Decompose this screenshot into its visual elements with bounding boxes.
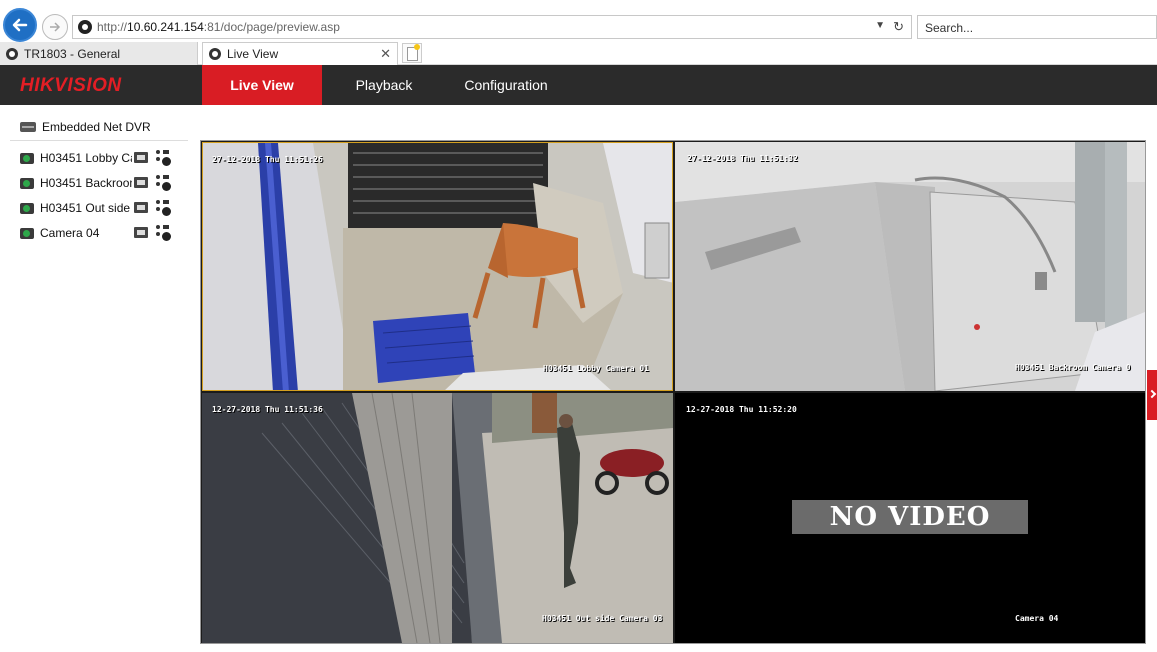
device-node[interactable]: Embedded Net DVR (20, 120, 151, 134)
arrow-left-icon (12, 18, 28, 32)
search-input[interactable]: Search... (917, 15, 1157, 39)
tab-live-view[interactable]: Live View ✕ (202, 42, 398, 65)
url-prefix: http:// (97, 20, 128, 34)
video-window-4[interactable]: 12-27-2018 Thu 11:52:20 NO VIDEO Camera … (675, 393, 1145, 643)
device-sidebar: Embedded Net DVR H03451 Lobby Camera 01 … (0, 105, 190, 652)
camera-item-1[interactable]: H03451 Lobby Camera 01 (20, 149, 180, 167)
osd-camera-name: H03451 Lobby Camera 01 (543, 364, 649, 373)
tab-general[interactable]: TR1803 - General (0, 42, 198, 65)
camera-item-4[interactable]: Camera 04 (20, 224, 180, 242)
camera-icon (20, 227, 34, 239)
ptz-icon[interactable] (155, 199, 171, 217)
close-icon[interactable]: ✕ (380, 46, 391, 62)
nav-live-view[interactable]: Live View (202, 65, 322, 105)
camera-item-2[interactable]: H03451 Backroom Camera 02 (20, 174, 180, 192)
camera-item-3[interactable]: H03451 Out side Camera 03 (20, 199, 180, 217)
tab-label: Live View (227, 47, 279, 61)
browser-tab-bar: TR1803 - General Live View ✕ (0, 42, 1157, 65)
camera-icon (20, 177, 34, 189)
site-icon (78, 20, 92, 34)
url-host: 10.60.241.154 (127, 20, 204, 34)
url-input[interactable]: http://10.60.241.154:81/doc/page/preview… (72, 15, 912, 39)
osd-camera-name: H03451 Backroom Camera 0 (1015, 363, 1131, 372)
record-icon[interactable] (134, 227, 148, 238)
camera-label: H03451 Out side Camera 03 (40, 201, 132, 215)
browser-address-bar: http://10.60.241.154:81/doc/page/preview… (0, 0, 1157, 42)
app-header: HIKVISION Live View Playback Configurati… (0, 65, 1157, 105)
camera-label: H03451 Backroom Camera 02 (40, 176, 132, 190)
dvr-icon (20, 122, 36, 132)
record-icon[interactable] (134, 177, 148, 188)
video-window-3[interactable]: 12-27-2018 Thu 11:51:36 H03451 Out side … (202, 393, 673, 643)
osd-timestamp: 12-27-2018 Thu 11:51:36 (212, 405, 323, 414)
backroom-feed-image (675, 142, 1145, 391)
forward-button[interactable] (42, 14, 68, 40)
tab-favicon-icon (209, 48, 221, 60)
osd-timestamp: 12-27-2018 Thu 11:52:20 (686, 405, 797, 414)
osd-timestamp: 27-12-2018 Thu 11:51:32 (687, 154, 798, 163)
tab-favicon-icon (6, 47, 18, 60)
osd-timestamp: 27-12-2018 Thu 11:51:26 (212, 155, 323, 164)
camera-label: Camera 04 (40, 226, 100, 240)
osd-camera-name: Camera 04 (1015, 614, 1059, 623)
record-icon[interactable] (134, 202, 148, 213)
url-path: :81/doc/page/preview.asp (203, 20, 340, 34)
dropdown-arrow-icon[interactable]: ▼ (875, 20, 885, 31)
divider (10, 140, 188, 141)
ptz-icon[interactable] (155, 149, 171, 167)
outside-feed-image (202, 393, 673, 643)
device-label: Embedded Net DVR (42, 120, 151, 134)
ptz-icon[interactable] (155, 224, 171, 242)
back-button[interactable] (3, 8, 37, 42)
nav-playback[interactable]: Playback (335, 65, 433, 105)
video-window-2[interactable]: 27-12-2018 Thu 11:51:32 H03451 Backroom … (675, 142, 1145, 391)
panel-toggle-button[interactable] (1147, 370, 1157, 420)
tab-label: TR1803 - General (24, 46, 121, 61)
refresh-icon[interactable]: ↻ (893, 19, 904, 35)
logo: HIKVISION (20, 75, 122, 96)
camera-icon (20, 152, 34, 164)
ptz-icon[interactable] (155, 174, 171, 192)
video-grid: 27-12-2018 Thu 11:51:26 H03451 Lobby Cam… (200, 140, 1146, 644)
camera-label: H03451 Lobby Camera 01 (40, 151, 132, 165)
video-window-1[interactable]: 27-12-2018 Thu 11:51:26 H03451 Lobby Cam… (202, 142, 673, 391)
new-tab-button[interactable] (402, 43, 422, 63)
camera-icon (20, 202, 34, 214)
lobby-feed-image (203, 143, 672, 390)
record-icon[interactable] (134, 152, 148, 163)
no-video-label: NO VIDEO (792, 500, 1028, 534)
nav-configuration[interactable]: Configuration (450, 65, 562, 105)
osd-camera-name: H03451 Out side Camera 03 (542, 614, 663, 623)
arrow-right-icon (50, 22, 61, 32)
